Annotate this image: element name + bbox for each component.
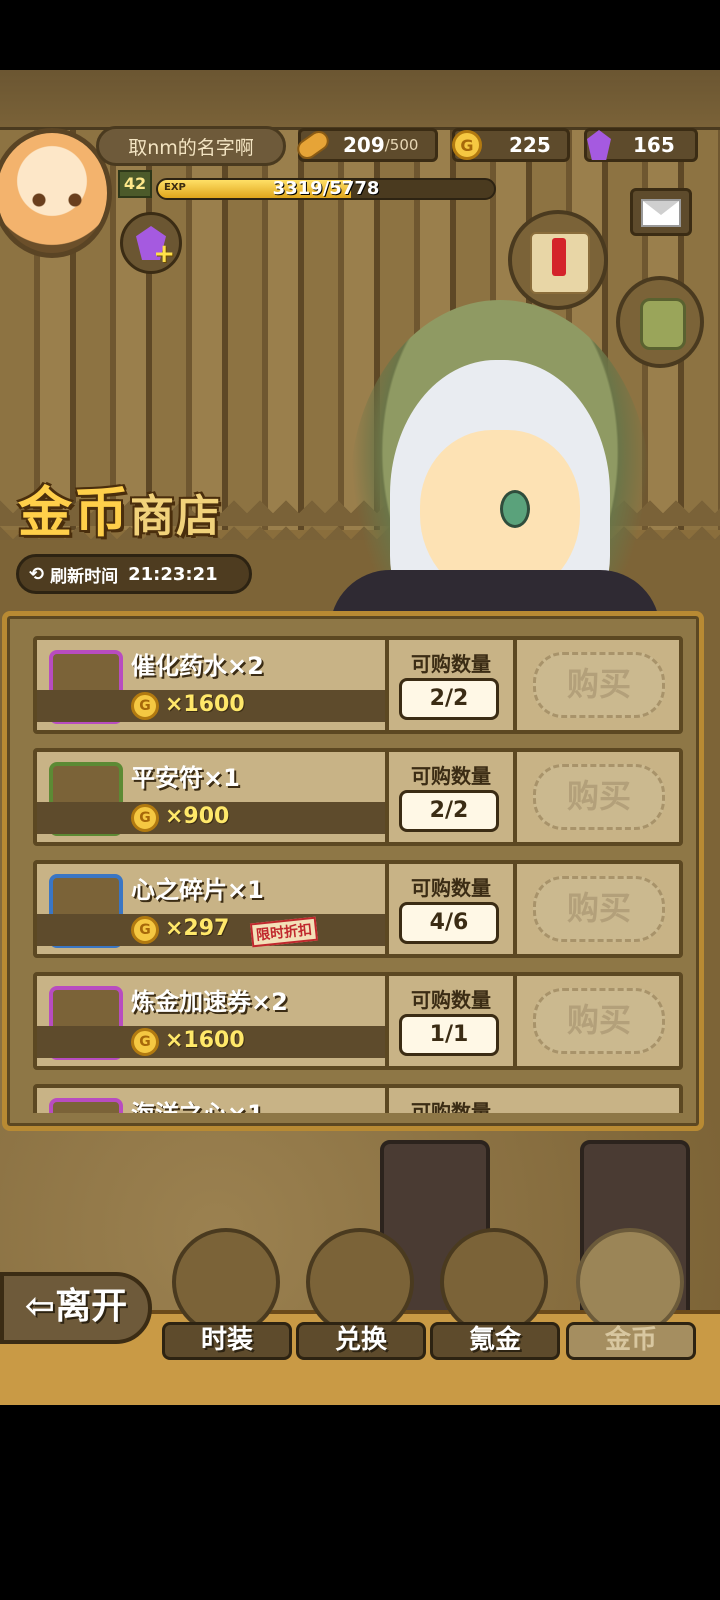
buy-button[interactable]: 购买 <box>533 876 665 942</box>
nav-gold-shop[interactable]: 金币 <box>566 1228 696 1368</box>
gold-counter: G 225 <box>452 128 570 162</box>
stamina-max: /500 <box>384 136 419 154</box>
shop-item-0: 2 催化药水×2 G ×1600 可购数量 2/2 购买 <box>33 636 683 734</box>
buy-button[interactable]: 购买 <box>533 652 665 718</box>
item-name: 海洋之心×1 <box>131 1094 264 1113</box>
refresh-timer: ⟲ 刷新时间 21:23:21 <box>16 554 252 594</box>
plus-icon: + <box>153 239 175 269</box>
avatar-eyes <box>27 193 87 207</box>
qty-value: 2/2 <box>399 678 499 720</box>
gold-coin-icon: G <box>131 916 159 944</box>
refresh-icon: ⟲ <box>29 563 45 585</box>
exp-text: 3319/5778 <box>272 178 380 199</box>
item-price: ×900 <box>165 804 230 829</box>
gold-coin-icon: G <box>131 1028 159 1056</box>
nav-topup-label: 氪金 <box>430 1322 560 1360</box>
item-icon-ocean-heart <box>49 1098 123 1113</box>
item-price: ×1600 <box>165 1028 245 1053</box>
gold-coin-icon: G <box>447 125 487 165</box>
qty-label: 可购数量 <box>411 1100 491 1113</box>
qty-value: 1/1 <box>399 1014 499 1056</box>
exchange-icon <box>306 1228 414 1336</box>
nav-exchange-label: 兑换 <box>296 1322 426 1360</box>
shop-item-2: 1 心之碎片×1 G ×297 限时折扣 可购数量 4/6 购买 <box>33 860 683 958</box>
shop-item-3: 2 炼金加速券×2 G ×1600 可购数量 1/1 购买 <box>33 972 683 1070</box>
buy-button[interactable]: 购买 <box>533 988 665 1054</box>
nav-costume-label: 时装 <box>162 1322 292 1360</box>
gem-icon <box>579 125 619 165</box>
costume-icon <box>172 1228 280 1336</box>
shop-panel: 2 催化药水×2 G ×1600 可购数量 2/2 购买 1 平安符×1 G ×… <box>2 611 704 1131</box>
shop-item-list[interactable]: 2 催化药水×2 G ×1600 可购数量 2/2 购买 1 平安符×1 G ×… <box>21 628 685 1113</box>
nav-topup[interactable]: 氪金 <box>430 1228 560 1368</box>
item-name: 平安符×1 <box>131 764 240 792</box>
item-price: ×297 <box>165 916 230 941</box>
gem-value: 165 <box>633 133 675 157</box>
envelope-icon <box>641 199 681 227</box>
qty-label: 可购数量 <box>411 764 491 788</box>
shop-title-shop: 商店 <box>130 491 222 542</box>
item-name: 催化药水×2 <box>131 652 264 680</box>
mail-button[interactable] <box>630 188 692 236</box>
gold-value: 225 <box>509 133 551 157</box>
exp-bar: EXP 3319/5778 <box>156 178 496 200</box>
gem-counter: 165 <box>584 128 698 162</box>
item-name: 心之碎片×1 <box>131 876 264 904</box>
leave-button[interactable]: ⇦离开 <box>0 1272 152 1344</box>
add-gems-button[interactable]: + <box>120 212 182 274</box>
nav-exchange[interactable]: 兑换 <box>296 1228 426 1368</box>
nav-costume[interactable]: 时装 <box>162 1228 292 1368</box>
game-screen: 取nm的名字啊 42 EXP 3319/5778 + 209/500 G 225… <box>0 70 720 1405</box>
shop-title: 金币商店 <box>18 468 222 547</box>
stamina-value: 209 <box>343 133 385 157</box>
curtain-valance <box>0 70 720 130</box>
qty-value: 4/6 <box>399 902 499 944</box>
item-name: 炼金加速券×2 <box>131 988 288 1016</box>
backpack-button[interactable] <box>616 276 704 368</box>
buy-button[interactable]: 购买 <box>533 764 665 830</box>
nav-gold-label: 金币 <box>566 1322 696 1360</box>
qty-value: 2/2 <box>399 790 499 832</box>
refresh-time: 21:23:21 <box>128 563 218 585</box>
item-price: ×1600 <box>165 692 245 717</box>
refresh-label: 刷新时间 <box>50 566 119 587</box>
quest-scroll-button[interactable] <box>508 210 608 310</box>
qty-label: 可购数量 <box>411 876 491 900</box>
coin-bag-icon <box>576 1228 684 1336</box>
shop-item-1: 1 平安符×1 G ×900 可购数量 2/2 购买 <box>33 748 683 846</box>
backpack-icon <box>640 298 686 350</box>
exclamation-icon <box>552 238 566 276</box>
player-level: 42 <box>118 170 152 198</box>
gem-bag-icon <box>440 1228 548 1336</box>
shopkeeper-eye <box>500 490 530 528</box>
player-name: 取nm的名字啊 <box>96 126 286 166</box>
stamina-counter: 209/500 <box>293 127 438 163</box>
qty-label: 可购数量 <box>411 652 491 676</box>
gold-coin-icon: G <box>131 692 159 720</box>
shop-title-gold: 金币 <box>18 480 130 544</box>
qty-label: 可购数量 <box>411 988 491 1012</box>
gold-coin-icon: G <box>131 804 159 832</box>
bread-icon <box>293 125 333 165</box>
shop-item-4: 海洋之心×1 可购数量 <box>33 1084 683 1113</box>
